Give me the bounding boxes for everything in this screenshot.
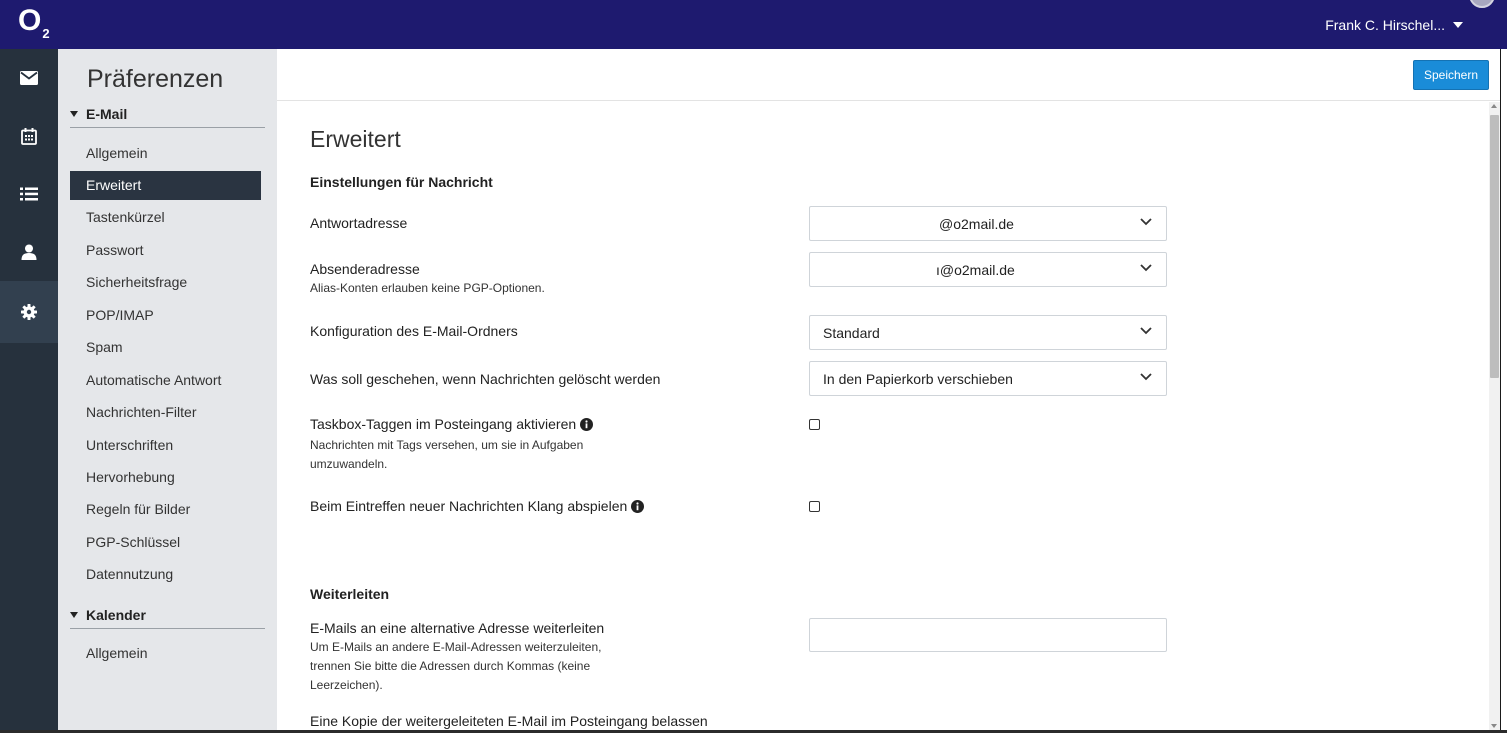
sender-address-select[interactable]: ı@o2mail.de: [809, 252, 1167, 287]
taskbox-label: Taskbox-Taggen im Posteingang aktivieren…: [310, 415, 620, 474]
select-value: ı@o2mail.de: [936, 262, 1015, 278]
section-heading-forward: Weiterleiten: [310, 586, 390, 602]
reply-address-label: Antwortadresse: [310, 215, 408, 231]
section-label: E-Mail: [86, 106, 128, 122]
sidebar-item-hervorhebung[interactable]: Hervorhebung: [70, 463, 261, 492]
logo-sub: 2: [42, 26, 50, 41]
scroll-down-icon[interactable]: [1491, 724, 1497, 728]
reply-address-select[interactable]: @o2mail.de: [809, 206, 1167, 241]
sidebar-item-unterschriften[interactable]: Unterschriften: [70, 431, 261, 460]
sender-address-help: Alias-Konten erlauben keine PGP-Optionen…: [310, 281, 545, 295]
folder-config-select[interactable]: Standard: [809, 315, 1167, 350]
folder-config-label: Konfiguration des E-Mail-Ordners: [310, 323, 518, 339]
caret-down-icon: [70, 111, 78, 117]
chevron-down-icon: [1140, 218, 1152, 226]
rail-settings[interactable]: [0, 281, 58, 343]
label-text: E-Mails an eine alternative Adresse weit…: [310, 620, 605, 636]
label-text: Beim Eintreffen neuer Nachrichten Klang …: [310, 498, 628, 514]
sidebar-item-spam[interactable]: Spam: [70, 333, 261, 362]
taskbox-checkbox[interactable]: [809, 419, 820, 430]
sidebar-item-tastenkuerzel[interactable]: Tastenkürzel: [70, 203, 261, 232]
section-heading-message: Einstellungen für Nachricht: [310, 174, 493, 190]
sound-label: Beim Eintreffen neuer Nachrichten Klang …: [310, 497, 645, 518]
label-text: Taskbox-Taggen im Posteingang aktivieren: [310, 416, 577, 432]
sidebar-item-erweitert[interactable]: Erweitert: [70, 171, 261, 200]
sidebar-section-kalender[interactable]: Kalender: [70, 607, 265, 629]
caret-down-icon: [1453, 22, 1463, 28]
user-menu[interactable]: Frank C. Hirschel...: [1325, 17, 1463, 33]
forward-help: Um E-Mails an andere E-Mail-Adressen wei…: [310, 640, 602, 692]
forward-address-input[interactable]: [809, 618, 1167, 652]
calendar-icon: [21, 127, 37, 145]
list-icon: [20, 187, 38, 201]
select-value: @o2mail.de: [939, 216, 1014, 232]
sidebar-item-pgp-schluessel[interactable]: PGP-Schlüssel: [70, 528, 261, 557]
chevron-down-icon: [1140, 373, 1152, 381]
keep-copy-label: Eine Kopie der weitergeleiteten E-Mail i…: [310, 713, 708, 729]
select-value: Standard: [823, 325, 880, 341]
sidebar-title: Präferenzen: [87, 65, 224, 93]
sidebar-item-nachrichten-filter[interactable]: Nachrichten-Filter: [70, 398, 261, 427]
label-text: Absenderadresse: [310, 261, 420, 277]
preferences-sidebar: Präferenzen E-Mail Allgemein Erweitert T…: [58, 49, 277, 733]
info-icon[interactable]: [580, 417, 594, 436]
delete-action-label: Was soll geschehen, wenn Nachrichten gel…: [310, 371, 661, 387]
top-bar: O2 Frank C. Hirschel...: [0, 0, 1507, 49]
section-label: Kalender: [86, 607, 146, 623]
page-title: Erweitert: [310, 126, 401, 152]
settings-toolbar: Speichern: [277, 49, 1507, 101]
avatar[interactable]: [1469, 0, 1495, 8]
window-edge: [1500, 49, 1507, 733]
sidebar-item-passwort[interactable]: Passwort: [70, 236, 261, 265]
app-icon-rail: [0, 49, 58, 733]
sidebar-item-automatische-antwort[interactable]: Automatische Antwort: [70, 366, 261, 395]
forward-label: E-Mails an eine alternative Adresse weit…: [310, 619, 620, 695]
sound-checkbox[interactable]: [809, 501, 820, 512]
user-name: Frank C. Hirschel...: [1325, 17, 1445, 33]
sidebar-item-kalender-allgemein[interactable]: Allgemein: [70, 639, 261, 668]
rail-calendar[interactable]: [0, 107, 58, 165]
contacts-icon: [21, 244, 37, 260]
o2-logo[interactable]: O2: [18, 4, 50, 41]
sidebar-item-pop-imap[interactable]: POP/IMAP: [70, 301, 261, 330]
logo-letter: O: [18, 4, 42, 37]
sidebar-item-regeln-fuer-bilder[interactable]: Regeln für Bilder: [70, 495, 261, 524]
rail-contacts[interactable]: [0, 223, 58, 281]
scroll-up-icon[interactable]: [1491, 104, 1497, 108]
sidebar-item-sicherheitsfrage[interactable]: Sicherheitsfrage: [70, 268, 261, 297]
rail-mail[interactable]: [0, 49, 58, 107]
sidebar-section-email[interactable]: E-Mail: [70, 106, 265, 128]
caret-down-icon: [70, 612, 78, 618]
sidebar-item-datennutzung[interactable]: Datennutzung: [70, 560, 261, 589]
select-value: In den Papierkorb verschieben: [823, 371, 1013, 387]
mail-icon: [20, 71, 38, 85]
delete-action-select[interactable]: In den Papierkorb verschieben: [809, 361, 1167, 396]
taskbox-help: Nachrichten mit Tags versehen, um sie in…: [310, 438, 584, 471]
content-scrollbar[interactable]: [1489, 102, 1500, 733]
sidebar-item-allgemein[interactable]: Allgemein: [70, 139, 261, 168]
info-icon[interactable]: [631, 499, 645, 518]
sender-address-label: Absenderadresse Alias-Konten erlauben ke…: [310, 260, 620, 298]
settings-content: Erweitert Einstellungen für Nachricht An…: [277, 102, 1489, 733]
save-button[interactable]: Speichern: [1413, 60, 1489, 90]
chevron-down-icon: [1140, 327, 1152, 335]
chevron-down-icon: [1140, 264, 1152, 272]
settings-icon: [21, 304, 37, 320]
rail-tasks[interactable]: [0, 165, 58, 223]
scrollbar-thumb[interactable]: [1490, 115, 1499, 378]
